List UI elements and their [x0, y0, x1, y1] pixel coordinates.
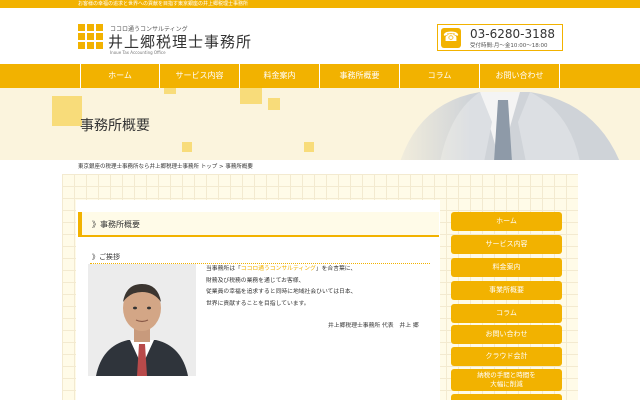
section-heading-text: 》事務所概要 [92, 220, 140, 229]
hero-square [268, 98, 280, 110]
top-bar-text: お客様の幸福の追求と世界への貢献を目指す東京銀座の井上郷税理士事務所 [78, 1, 249, 7]
hero-banner: 事務所概要 [0, 88, 640, 160]
sidebar-item-label: 大幅に削減 [490, 380, 523, 388]
greeting-line: 財務及び税務の業務を通じてお客様、 [206, 277, 305, 284]
sidebar-item-label: 納税の手間と時間を [477, 371, 536, 379]
sidebar-item-services[interactable]: サービス内容 [451, 235, 562, 254]
sidebar-item-office[interactable]: 事業所概要 [451, 281, 562, 300]
greeting-heading-text: 》ご挨拶 [92, 253, 120, 261]
sidebar-item-contact[interactable]: お問い合わせ [451, 325, 562, 344]
greeting-line: 当事務所は「ココロ通うコンサルティング」を合言葉に、 [206, 266, 357, 272]
nav-item-column[interactable]: コラム [400, 64, 480, 88]
slogan-link[interactable]: ココロ通うコンサルティング [241, 266, 316, 272]
nav-item-contact[interactable]: お問い合わせ [480, 64, 560, 88]
sidebar-item-more[interactable] [451, 394, 562, 400]
greeting-heading: 》ご挨拶 [90, 250, 430, 264]
sidebar-item-tax-filing[interactable]: 納税の手間と時間を 大幅に削減 [451, 369, 562, 391]
global-nav: ホーム サービス内容 料金案内 事務所概要 コラム お問い合わせ [0, 64, 640, 88]
phone-icon: ☎ [441, 28, 461, 48]
breadcrumb[interactable]: 東京銀座の税理士事務所なら井上郷税理士事務所 トップ > 事務所概要 [78, 162, 253, 170]
sidebar-item-cloud[interactable]: クラウド会計 [451, 347, 562, 366]
contact-box: ☎ 03-6280-3188 受付時間:月～金10:00～18:00 [437, 24, 563, 51]
greeting-text: 当事務所は「ココロ通うコンサルティング」を合言葉に、 財務及び税務の業務を通じて… [206, 264, 434, 310]
businessman-image [380, 88, 640, 160]
sidebar-item-pricing[interactable]: 料金案内 [451, 258, 562, 277]
representative-photo [88, 264, 196, 376]
hero-square [164, 88, 176, 94]
hero-square [52, 96, 82, 126]
nav-item-services[interactable]: サービス内容 [160, 64, 240, 88]
hero-square [304, 142, 314, 152]
nav-item-home[interactable]: ホーム [80, 64, 160, 88]
signature: 井上郷税理士事務所 代表 井上 郷 [328, 323, 419, 329]
hero-square [240, 88, 262, 104]
greeting-line: 世界に貢献することを目指しています。 [206, 300, 310, 307]
logo-english: Inoue Tax Accounting Office [110, 50, 166, 55]
top-bar: お客様の幸福の追求と世界への貢献を目指す東京銀座の井上郷税理士事務所 [0, 0, 640, 8]
hero-square [182, 142, 192, 152]
office-hours: 受付時間:月～金10:00～18:00 [470, 43, 548, 49]
sidebar-item-home[interactable]: ホーム [451, 212, 562, 231]
greeting-line: 従業員の幸福を追求すると同時に地域社会ひいては日本、 [206, 289, 357, 295]
section-heading: 》事務所概要 [78, 212, 439, 237]
logo-name[interactable]: 井上郷税理士事務所 [108, 31, 252, 52]
sidebar-item-column[interactable]: コラム [451, 304, 562, 323]
logo-icon[interactable] [78, 24, 104, 50]
nav-item-pricing[interactable]: 料金案内 [240, 64, 320, 88]
nav-item-office[interactable]: 事務所概要 [320, 64, 400, 88]
tel-number[interactable]: 03-6280-3188 [470, 27, 555, 41]
page-title: 事務所概要 [80, 118, 150, 134]
